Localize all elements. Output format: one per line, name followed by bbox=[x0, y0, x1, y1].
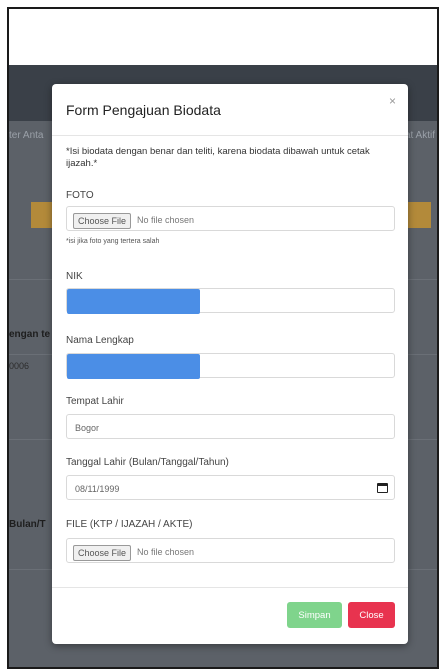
foto-file-input[interactable]: Choose File No file chosen bbox=[66, 206, 395, 231]
background-text: 0006 bbox=[9, 361, 30, 371]
close-icon[interactable]: × bbox=[389, 94, 396, 108]
modal-body: *Isi biodata dengan benar dan teliti, ka… bbox=[66, 146, 396, 170]
file-status: No file chosen bbox=[137, 547, 195, 557]
biodata-modal: Form Pengajuan Biodata × *Isi biodata de… bbox=[52, 84, 408, 644]
redacted-value bbox=[67, 289, 200, 314]
save-button[interactable]: Simpan bbox=[287, 602, 342, 628]
tanggal-lahir-input[interactable]: 08/11/1999 bbox=[66, 475, 395, 500]
choose-file-button[interactable]: Choose File bbox=[73, 545, 132, 561]
file-status: No file chosen bbox=[137, 215, 195, 225]
background-nav-item: ter Anta bbox=[9, 130, 44, 141]
nama-label: Nama Lengkap bbox=[66, 335, 134, 346]
foto-label: FOTO bbox=[66, 190, 94, 201]
modal-title: Form Pengajuan Biodata bbox=[66, 102, 221, 118]
background-text: engan te bbox=[9, 329, 51, 340]
tempat-lahir-value: Bogor bbox=[75, 423, 100, 433]
file-doc-label: FILE (KTP / IJAZAH / AKTE) bbox=[66, 519, 193, 530]
calendar-icon[interactable] bbox=[377, 483, 388, 493]
notice-text: *Isi biodata dengan benar dan teliti, ka… bbox=[66, 146, 370, 169]
nik-input[interactable] bbox=[66, 288, 395, 314]
background-topbar bbox=[9, 9, 437, 65]
tanggal-lahir-label: Tanggal Lahir (Bulan/Tanggal/Tahun) bbox=[66, 457, 229, 468]
tempat-lahir-input[interactable]: Bogor bbox=[66, 414, 395, 439]
modal-header: Form Pengajuan Biodata × bbox=[52, 84, 408, 136]
redacted-value bbox=[67, 354, 200, 379]
nik-label: NIK bbox=[66, 271, 83, 282]
modal-footer: Simpan Close bbox=[52, 587, 408, 644]
nama-input[interactable] bbox=[66, 353, 395, 379]
choose-file-button[interactable]: Choose File bbox=[73, 213, 132, 229]
background-text: Bulan/T bbox=[9, 519, 46, 530]
background-nav-item: at Aktif bbox=[404, 130, 435, 141]
tempat-lahir-label: Tempat Lahir bbox=[66, 396, 124, 407]
foto-hint: *isi jika foto yang tertera salah bbox=[66, 238, 160, 245]
close-button[interactable]: Close bbox=[348, 602, 395, 628]
file-doc-input[interactable]: Choose File No file chosen bbox=[66, 538, 395, 563]
tanggal-lahir-value: 08/11/1999 bbox=[75, 484, 120, 494]
